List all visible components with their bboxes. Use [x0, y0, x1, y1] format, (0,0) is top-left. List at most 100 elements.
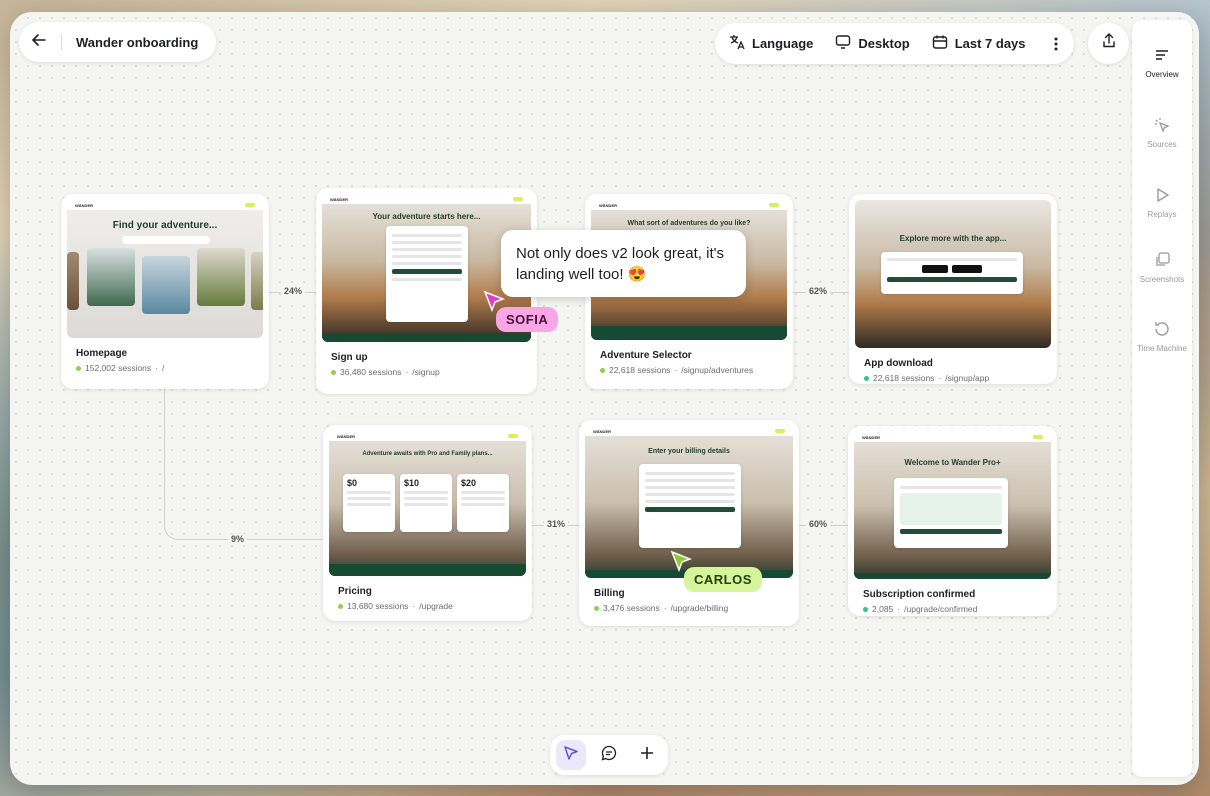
- price-tier: $20: [457, 474, 509, 532]
- flow-card-billing[interactable]: WÄNDER Enter your billing details Billin…: [579, 420, 799, 626]
- divider: [61, 34, 62, 50]
- page-thumbnail: WÄNDER Adventure awaits with Pro and Fam…: [329, 431, 526, 576]
- conversion-badge: 62%: [806, 286, 831, 296]
- rail-item-time-machine[interactable]: Time Machine: [1132, 320, 1192, 353]
- thumb-form: [639, 464, 741, 548]
- page-path: /: [162, 363, 165, 373]
- session-count: 22,618 sessions: [609, 365, 671, 375]
- rail-label: Screenshots: [1139, 275, 1185, 284]
- thumb-search: [122, 236, 210, 244]
- thumb-footer: [322, 333, 531, 342]
- card-meta: 13,680 sessions ·/upgrade: [338, 601, 526, 611]
- device-label: Desktop: [858, 36, 910, 51]
- thumb-nav: WÄNDER: [585, 426, 793, 436]
- thumb-photo: [87, 248, 135, 306]
- status-dot: [864, 375, 869, 381]
- flow-card-pricing[interactable]: WÄNDER Adventure awaits with Pro and Fam…: [323, 425, 532, 621]
- page-path: /upgrade/billing: [670, 603, 729, 613]
- comment-text: Not only does v2 look great, it's landin…: [516, 245, 724, 283]
- flow-card-app-download[interactable]: Explore more with the app... App downloa…: [849, 194, 1057, 384]
- app-window: Wander onboarding Language Desktop Last …: [10, 12, 1199, 785]
- thumb-photo: [67, 252, 79, 310]
- session-count: 3,476 sessions: [603, 603, 660, 613]
- more-options-icon[interactable]: [1048, 36, 1064, 52]
- rail-label: Time Machine: [1137, 344, 1187, 353]
- session-count: 36,480 sessions: [340, 367, 402, 377]
- rail-item-screenshots[interactable]: Screenshots: [1132, 251, 1192, 284]
- card-title: Adventure Selector: [600, 350, 692, 361]
- language-button[interactable]: Language: [729, 34, 813, 53]
- thumb-footer: [854, 573, 1051, 579]
- card-title: Sign up: [331, 352, 368, 363]
- thumb-cta: [1033, 435, 1043, 439]
- page-path: /signup/adventures: [681, 365, 754, 375]
- status-dot: [338, 603, 343, 609]
- status-dot: [600, 367, 605, 373]
- thumb-headline: Find your adventure...: [112, 220, 218, 231]
- thumb-headline: What sort of adventures do you like?: [627, 220, 751, 227]
- date-range-button[interactable]: Last 7 days: [932, 34, 1026, 53]
- plus-icon: [639, 745, 655, 766]
- price-tier: $0: [343, 474, 395, 532]
- thumb-footer: [329, 564, 526, 576]
- thumb-nav: WÄNDER: [322, 194, 531, 204]
- share-button[interactable]: [1088, 23, 1129, 64]
- page-thumbnail: WÄNDER Welcome to Wander Pro+: [854, 432, 1051, 579]
- status-dot: [76, 365, 81, 371]
- pointer-icon: [563, 745, 579, 766]
- card-title: App download: [864, 358, 933, 369]
- thumb-headline: Welcome to Wander Pro+: [904, 458, 1001, 467]
- share-icon: [1101, 33, 1117, 54]
- play-icon: [1157, 188, 1169, 202]
- brand-logo: WÄNDER: [337, 433, 355, 439]
- cursor-label-carlos: CARLOS: [684, 567, 762, 592]
- rail-item-overview[interactable]: Overview: [1132, 46, 1192, 79]
- conversion-badge: 60%: [806, 519, 831, 529]
- canvas-toolbar: [550, 735, 668, 775]
- flow-card-homepage[interactable]: WÄNDER Find your adventure... Homepage 1…: [61, 194, 269, 389]
- add-tool-button[interactable]: [632, 740, 662, 770]
- session-count: 152,002 sessions: [85, 363, 152, 373]
- card-meta: 36,480 sessions ·/signup: [331, 367, 531, 377]
- overview-icon: [1156, 50, 1168, 60]
- rail-item-sources[interactable]: Sources: [1132, 116, 1192, 149]
- thumb-form: [386, 226, 468, 322]
- conversion-badge: 9%: [228, 534, 248, 544]
- back-arrow-icon[interactable]: [31, 32, 47, 53]
- comment-tool-button[interactable]: [594, 740, 624, 770]
- title-bar: Wander onboarding: [19, 22, 217, 62]
- card-meta: 22,618 sessions ·/signup/adventures: [600, 365, 787, 375]
- thumb-nav: WÄNDER: [329, 431, 526, 441]
- thumb-cta: [769, 203, 779, 207]
- history-icon: [1155, 322, 1169, 336]
- comment-icon: [601, 745, 617, 766]
- session-count: 13,680 sessions: [347, 601, 409, 611]
- rail-label: Replays: [1147, 210, 1177, 219]
- flow-card-subscription-confirmed[interactable]: WÄNDER Welcome to Wander Pro+ Subscripti…: [848, 426, 1057, 616]
- select-tool-button[interactable]: [556, 740, 586, 770]
- comment-bubble[interactable]: Not only does v2 look great, it's landin…: [501, 230, 746, 297]
- conversion-badge: 24%: [281, 286, 306, 296]
- date-range-label: Last 7 days: [954, 36, 1026, 51]
- brand-logo: WÄNDER: [862, 434, 880, 440]
- brand-logo: WÄNDER: [593, 428, 611, 434]
- card-meta: 22,618 sessions ·/signup/app: [864, 373, 1051, 383]
- card-meta: 2,085 ·/upgrade/confirmed: [863, 604, 1051, 614]
- thumb-headline: Adventure awaits with Pro and Family pla…: [362, 451, 493, 457]
- cursor-click-icon: [1155, 118, 1170, 133]
- rail-label: Overview: [1145, 70, 1179, 79]
- calendar-icon: [932, 34, 948, 53]
- thumb-form: [894, 478, 1008, 548]
- card-title: Homepage: [76, 348, 128, 359]
- status-dot: [331, 369, 336, 375]
- right-sidebar: Overview Sources Replays Screenshots Tim…: [1132, 20, 1192, 777]
- card-title: Pricing: [338, 586, 372, 597]
- filter-controls: Language Desktop Last 7 days: [715, 23, 1074, 64]
- screenshots-icon: [1156, 252, 1170, 266]
- device-button[interactable]: Desktop: [835, 34, 910, 53]
- thumb-photo: [197, 248, 245, 306]
- page-thumbnail: WÄNDER Find your adventure...: [67, 200, 263, 338]
- session-count: 22,618 sessions: [873, 373, 935, 383]
- rail-item-replays[interactable]: Replays: [1132, 186, 1192, 219]
- page-path: /signup: [412, 367, 440, 377]
